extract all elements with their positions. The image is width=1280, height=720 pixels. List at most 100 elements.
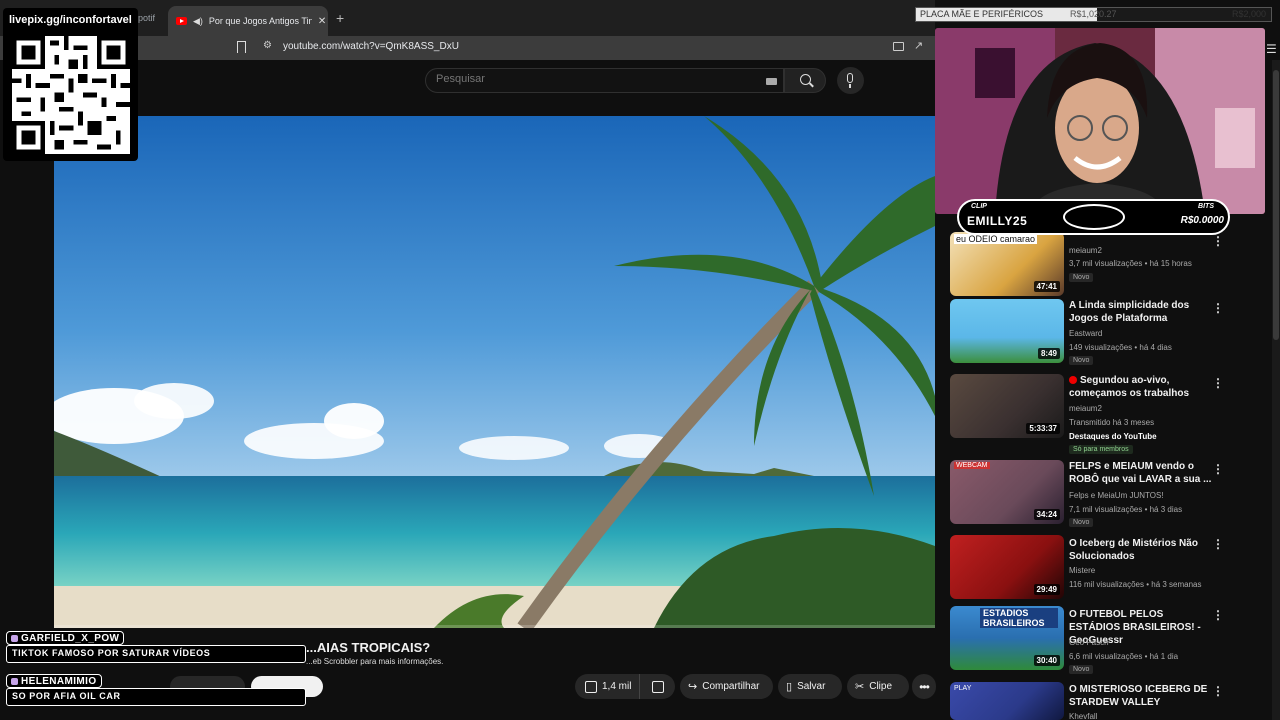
channel-name[interactable]: meiaum2 xyxy=(1069,246,1102,255)
clip-button[interactable]: ✂ Clipe xyxy=(847,674,909,699)
new-badge: Novo xyxy=(1069,518,1094,527)
recommendation-item[interactable]: WEBCAM 34:24 FELPS e MEIAUM vendo o ROBÔ… xyxy=(950,460,1250,528)
search-icon xyxy=(800,74,811,85)
livepix-url: livepix.gg/inconfortavel xyxy=(9,14,132,26)
speaker-icon[interactable]: ◀) xyxy=(193,16,203,27)
video-thumbnail[interactable]: WEBCAM 34:24 xyxy=(950,460,1064,524)
qr-code-icon xyxy=(12,36,130,154)
search-input[interactable] xyxy=(436,73,736,85)
video-title[interactable]: O Iceberg de Mistérios Não Solucionados xyxy=(1069,537,1214,563)
bookmark-icon[interactable] xyxy=(237,41,246,57)
channel-name[interactable]: Khevfall xyxy=(1069,712,1097,720)
more-options-icon[interactable]: ⋮ xyxy=(1212,301,1224,315)
keyboard-icon[interactable] xyxy=(766,78,777,85)
video-meta: 6,6 mil visualizações • há 1 dia xyxy=(1069,652,1179,661)
clip-label: Clipe xyxy=(869,681,893,692)
recommendation-item[interactable]: 5:33:37 Segundou ao-vivo, começamos os t… xyxy=(950,374,1250,454)
video-meta: 7,1 mil visualizações • há 3 dias xyxy=(1069,505,1183,514)
previous-tab[interactable]: potif xyxy=(138,13,155,23)
video-title[interactable]: FELPS e MEIAUM vendo o ROBÔ que vai LAVA… xyxy=(1069,460,1214,486)
new-badge: Novo xyxy=(1069,356,1094,365)
dislike-button[interactable] xyxy=(640,674,675,699)
livepix-donation-box: livepix.gg/inconfortavel xyxy=(3,8,138,161)
video-thumbnail[interactable]: 5:33:37 xyxy=(950,374,1064,438)
thumbnail-caption: WEBCAM xyxy=(954,462,990,469)
video-thumbnail[interactable]: PLAY xyxy=(950,682,1064,720)
subscriber-badge-icon xyxy=(11,634,18,642)
like-dislike-group: 1,4 mil xyxy=(575,674,675,699)
more-options-icon[interactable]: ⋮ xyxy=(1212,608,1224,622)
recommendation-item[interactable]: 29:49 O Iceberg de Mistérios Não Solucio… xyxy=(950,535,1250,603)
cast-icon[interactable] xyxy=(893,42,904,51)
tropical-beach-frame xyxy=(54,116,935,628)
scrobbler-note: ...eb Scrobbler para mais informações. xyxy=(306,657,444,666)
donation-goal-bar: PLACA MÃE E PERIFÉRICOS R$1,020.27 R$2,0… xyxy=(915,7,1272,22)
streamer-webcam xyxy=(935,28,1265,214)
more-icon: ••• xyxy=(919,679,930,694)
video-meta: 149 visualizações • há 4 dias xyxy=(1069,343,1172,352)
thumbs-down-icon xyxy=(651,680,664,693)
tab-title: Por que Jogos Antigos Tinham xyxy=(208,16,312,26)
video-thumbnail[interactable]: ESTADIOS BRASILEIROS 30:40 xyxy=(950,606,1064,670)
more-options-icon[interactable]: ⋮ xyxy=(1212,462,1224,476)
thumbs-up-icon xyxy=(585,680,597,693)
thumbnail-caption: ESTADIOS BRASILEIROS xyxy=(980,608,1058,628)
video-meta: 116 mil visualizações • há 3 semanas xyxy=(1069,580,1202,589)
more-options-icon[interactable]: ⋮ xyxy=(1212,684,1224,698)
close-tab-icon[interactable]: ✕ xyxy=(318,16,326,27)
more-options-icon[interactable]: ⋮ xyxy=(1212,537,1224,551)
channel-name[interactable]: Geo Pasch xyxy=(1069,638,1109,647)
recommendation-item[interactable]: PLAY O MISTERIOSO ICEBERG DE STARDEW VAL… xyxy=(950,682,1250,720)
channel-name[interactable]: Mistere xyxy=(1069,566,1095,575)
more-actions-button[interactable]: ••• xyxy=(912,674,936,699)
video-title[interactable]: O MISTERIOSO ICEBERG DE STARDEW VALLEY xyxy=(1069,683,1214,709)
voice-search-button[interactable] xyxy=(837,67,864,94)
highlights-label: Destaques do YouTube xyxy=(1069,432,1157,441)
scissors-icon: ✂ xyxy=(855,681,865,693)
microphone-icon xyxy=(847,73,853,83)
video-duration: 30:40 xyxy=(1033,655,1060,666)
video-duration: 8:49 xyxy=(1037,348,1060,359)
video-title[interactable]: A Linda simplicidade dos Jogos de Plataf… xyxy=(1069,299,1214,325)
channel-name[interactable]: Felps e MeiaUm JUNTOS! xyxy=(1069,491,1164,500)
search-box xyxy=(425,68,784,93)
recommendation-item[interactable]: ESTADIOS BRASILEIROS 30:40 O FUTEBOL PEL… xyxy=(950,606,1250,674)
recommendation-item[interactable]: 8:49 A Linda simplicidade dos Jogos de P… xyxy=(950,299,1250,367)
recommendation-item[interactable]: eu ODEIO camarao 47:41 meiaum2 3,7 mil v… xyxy=(950,232,1250,300)
more-options-icon[interactable]: ⋮ xyxy=(1212,234,1224,248)
new-tab-button[interactable]: + xyxy=(336,10,344,26)
video-thumbnail[interactable]: 8:49 xyxy=(950,299,1064,363)
video-progress-bar[interactable] xyxy=(54,625,935,628)
video-meta: Transmitido há 3 meses xyxy=(1069,418,1155,427)
bookmark-save-icon: ▯ xyxy=(786,681,793,693)
subscriber-badge-icon xyxy=(11,677,18,685)
search-button[interactable] xyxy=(784,68,826,93)
channel-name[interactable]: meiaum2 xyxy=(1069,404,1102,413)
video-thumbnail[interactable]: 29:49 xyxy=(950,535,1064,599)
new-badge: Novo xyxy=(1069,665,1094,674)
scrollbar-thumb[interactable] xyxy=(1273,70,1279,340)
chat-username: GARFIELD_X_POW xyxy=(6,631,125,645)
video-thumbnail[interactable]: eu ODEIO camarao 47:41 xyxy=(950,232,1064,296)
active-tab[interactable]: ◀) Por que Jogos Antigos Tinham ✕ xyxy=(168,6,328,36)
share-page-icon[interactable]: ↗ xyxy=(914,39,923,52)
alert-tag-left: CLIP xyxy=(971,203,987,210)
channel-name[interactable]: Eastward xyxy=(1069,329,1102,338)
alert-tag-right: BITS xyxy=(1198,203,1214,210)
site-settings-icon[interactable]: ⚙ xyxy=(263,40,272,51)
chat-text: TIKTOK FAMOSO POR SATURAR VÍDEOS xyxy=(6,645,306,663)
hamburger-menu-icon[interactable]: ☰ xyxy=(1266,42,1277,56)
chat-username-text: HELENAMIMIO xyxy=(21,675,97,687)
youtube-favicon-icon xyxy=(176,17,187,25)
video-duration: 47:41 xyxy=(1033,281,1060,292)
members-only-badge: Só para membros xyxy=(1069,445,1133,454)
save-label: Salvar xyxy=(797,681,826,692)
like-button[interactable]: 1,4 mil xyxy=(575,674,640,699)
video-title-text: Segundou ao-vivo, começamos os trabalhos xyxy=(1069,375,1190,399)
more-options-icon[interactable]: ⋮ xyxy=(1212,376,1224,390)
address-bar[interactable]: youtube.com/watch?v=QmK8ASS_DxU xyxy=(283,41,459,52)
share-button[interactable]: ↪ Compartilhar xyxy=(680,674,773,699)
video-title[interactable]: Segundou ao-vivo, começamos os trabalhos xyxy=(1069,374,1214,400)
video-player[interactable] xyxy=(54,116,935,628)
save-button[interactable]: ▯ Salvar xyxy=(778,674,842,699)
